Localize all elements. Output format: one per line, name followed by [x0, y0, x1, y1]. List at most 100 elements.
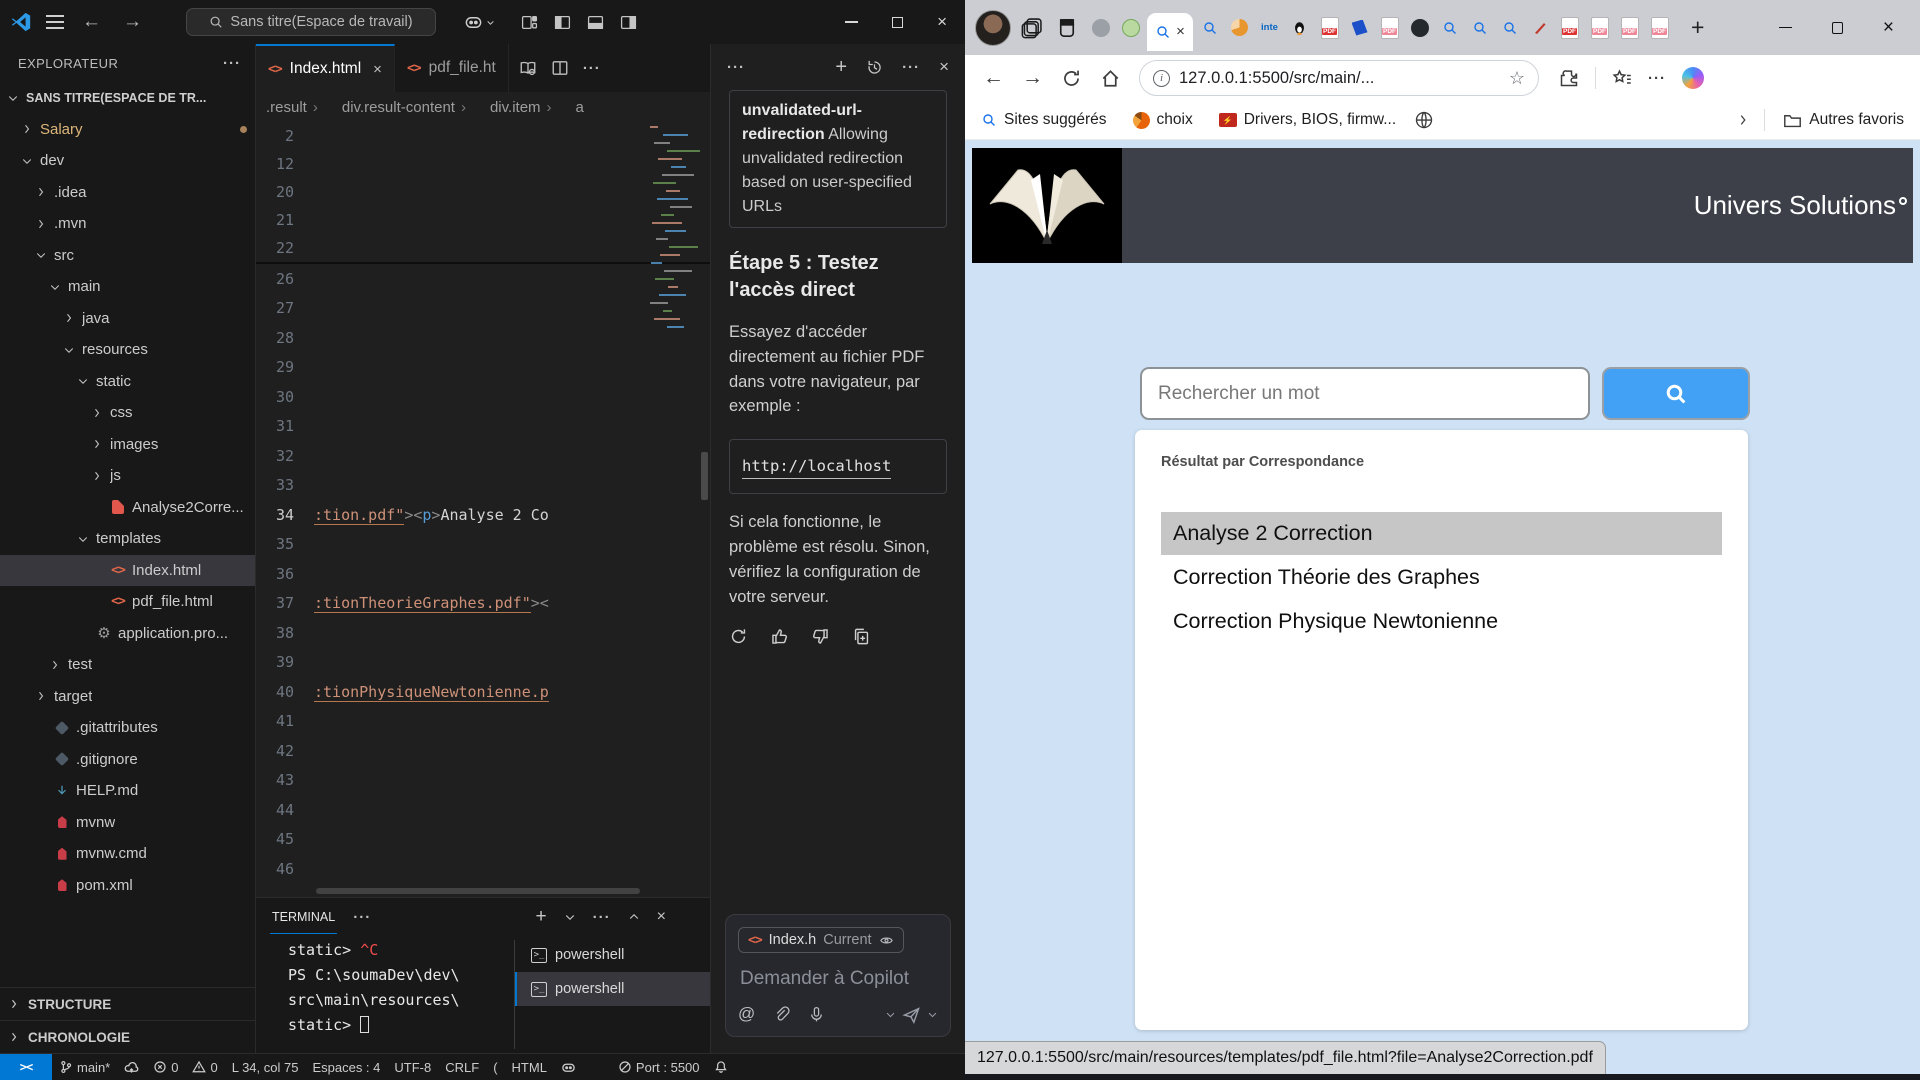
minimize-icon[interactable]	[1779, 27, 1792, 29]
chevron-right-icon[interactable]	[1736, 113, 1750, 127]
close-tab-icon[interactable]: ×	[373, 61, 382, 78]
settings-more-icon[interactable]: ···	[1648, 70, 1666, 87]
pdf-red-tab[interactable]: PDF	[1316, 11, 1343, 45]
pdf-pink-tab[interactable]: PDF	[1646, 11, 1673, 45]
tree-item-images[interactable]: images	[0, 429, 255, 461]
attach-icon[interactable]	[773, 1006, 790, 1023]
back-icon[interactable]: ←	[78, 11, 105, 33]
slides-tab[interactable]	[1226, 11, 1253, 45]
tree-item-idea[interactable]: .idea	[0, 177, 255, 209]
code-line-12[interactable]: 12	[256, 150, 710, 178]
code-line-31[interactable]: 31	[256, 412, 710, 442]
pdf-pink-tab[interactable]: PDF	[1586, 11, 1613, 45]
minimap[interactable]	[650, 122, 698, 382]
tree-item-analyse2corre[interactable]: Analyse2Corre...	[0, 492, 255, 524]
tree-item-pom-xml[interactable]: pom.xml	[0, 870, 255, 902]
toggle-panel-icon[interactable]	[587, 14, 604, 31]
close-icon[interactable]: ×	[1883, 17, 1894, 39]
forward-icon[interactable]: →	[1022, 66, 1043, 90]
copilot-more-icon[interactable]: ···	[902, 59, 920, 76]
tree-item-js[interactable]: js	[0, 460, 255, 492]
close-copilot-icon[interactable]: ×	[939, 57, 949, 77]
new-tab-icon[interactable]: +	[1685, 14, 1710, 41]
favorite-choix[interactable]: choix	[1129, 111, 1197, 129]
drive-blue-tab[interactable]	[1346, 11, 1373, 45]
tree-item-salary[interactable]: Salary	[0, 114, 255, 146]
code-line-42[interactable]: 42	[256, 736, 710, 766]
code-line-22[interactable]: 22	[256, 234, 710, 262]
vertical-scrollbar[interactable]	[701, 452, 708, 500]
code-line-35[interactable]: 35	[256, 530, 710, 560]
history-icon[interactable]	[866, 59, 883, 76]
editor-more-icon[interactable]: ···	[583, 60, 601, 77]
breadcrumb-item-result[interactable]: .result	[266, 99, 307, 116]
status-crlf[interactable]: CRLF	[438, 1054, 486, 1080]
new-chat-icon[interactable]: +	[835, 56, 847, 79]
favorite-star-icon[interactable]: ☆	[1509, 68, 1525, 89]
intel-tab[interactable]: inte	[1256, 11, 1283, 45]
forward-icon[interactable]: →	[119, 11, 146, 33]
tab-index-html[interactable]: <> Index.html ×	[256, 44, 395, 92]
chevron-down-icon[interactable]	[927, 1009, 938, 1020]
tab-actions-icon[interactable]	[1053, 17, 1081, 39]
site-info-icon[interactable]: i	[1153, 70, 1170, 87]
refresh-icon[interactable]	[1061, 68, 1082, 89]
copilot-icon[interactable]	[1682, 67, 1704, 89]
workspace-search[interactable]: Sans titre(Espace de travail)	[186, 8, 436, 36]
shell-item-1[interactable]: >_powershell	[515, 972, 710, 1006]
terminal-more-icon[interactable]: ···	[353, 909, 371, 926]
toggle-sidebar-icon[interactable]	[554, 14, 571, 31]
minimize-icon[interactable]	[845, 21, 858, 23]
send-icon[interactable]	[902, 1005, 921, 1024]
status-html[interactable]: HTML	[505, 1054, 554, 1080]
open-preview-icon[interactable]	[519, 59, 537, 77]
close-icon[interactable]: ×	[937, 12, 947, 32]
tree-item-mvnw[interactable]: mvnw	[0, 807, 255, 839]
tree-item-index-html[interactable]: <>Index.html	[0, 555, 255, 587]
mention-icon[interactable]: @	[738, 1004, 755, 1024]
customize-layout-icon[interactable]	[521, 14, 538, 31]
copilot-input[interactable]: <> Index.h Current Demander à Copilot @	[725, 914, 951, 1037]
status-cloud-upload-icon[interactable]	[117, 1054, 146, 1080]
globe-icon[interactable]	[1410, 110, 1438, 130]
tree-item-java[interactable]: java	[0, 303, 255, 335]
code-line-34[interactable]: 34:tion.pdf"><p>Analyse 2 Co	[256, 500, 710, 530]
code-line-36[interactable]: 36	[256, 559, 710, 589]
pen-tab[interactable]	[1526, 11, 1553, 45]
thumbs-up-icon[interactable]	[770, 627, 789, 646]
code-line-27[interactable]: 27	[256, 294, 710, 324]
code-line-33[interactable]: 33	[256, 471, 710, 501]
result-correction-th-orie-des-graphes[interactable]: Correction Théorie des Graphes	[1161, 556, 1722, 599]
search-tab[interactable]	[1496, 11, 1523, 45]
address-bar[interactable]: i 127.0.0.1:5500/src/main/... ☆	[1139, 60, 1539, 96]
breadcrumb-item-div-item[interactable]: div.item	[472, 99, 541, 116]
tree-item-sans-titre-espace-de-tr[interactable]: SANS TITRE(ESPACE DE TR...	[0, 82, 255, 114]
other-favorites[interactable]: Autres favoris	[1779, 111, 1908, 130]
eye-icon[interactable]	[879, 933, 894, 948]
code-editor[interactable]: 212202122 262728293031323334:tion.pdf"><…	[256, 122, 710, 897]
terminal-options-icon[interactable]: ···	[593, 909, 611, 926]
maximize-icon[interactable]	[892, 17, 903, 28]
code-line-41[interactable]: 41	[256, 707, 710, 737]
home-icon[interactable]	[1100, 68, 1121, 89]
spring-tab[interactable]	[1117, 11, 1144, 45]
code-line-21[interactable]: 21	[256, 206, 710, 234]
tree-item-mvn[interactable]: .mvn	[0, 208, 255, 240]
thumbs-down-icon[interactable]	[811, 627, 830, 646]
tree-item-test[interactable]: test	[0, 649, 255, 681]
status-copilot-icon[interactable]	[554, 1054, 583, 1080]
code-line-43[interactable]: 43	[256, 766, 710, 796]
linux-tab[interactable]	[1286, 11, 1313, 45]
search-tab[interactable]	[1466, 11, 1493, 45]
context-chip[interactable]: <> Index.h Current	[738, 927, 904, 953]
chevron-down-icon[interactable]	[564, 911, 576, 923]
status-0[interactable]: 0	[146, 1054, 185, 1080]
tree-item-mvnw-cmd[interactable]: mvnw.cmd	[0, 838, 255, 870]
result-correction-physique-newtonienne[interactable]: Correction Physique Newtonienne	[1161, 600, 1722, 643]
status-port-5500[interactable]: Port : 5500	[611, 1054, 707, 1080]
favorite-drivers-bios-firmw[interactable]: ⚡Drivers, BIOS, firmw...	[1215, 111, 1400, 129]
close-panel-icon[interactable]: ×	[657, 908, 666, 926]
code-line-32[interactable]: 32	[256, 441, 710, 471]
code-line-40[interactable]: 40:tionPhysiqueNewtonienne.p	[256, 677, 710, 707]
code-line-30[interactable]: 30	[256, 382, 710, 412]
